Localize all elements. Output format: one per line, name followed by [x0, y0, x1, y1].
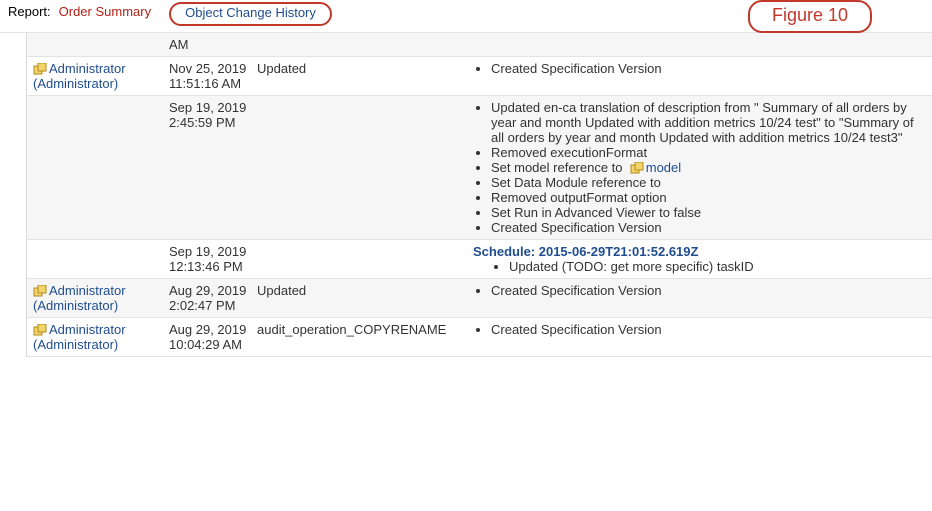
detail-item: Updated en-ca translation of description… — [491, 100, 916, 145]
timestamp: Sep 19, 2019 12:13:46 PM — [169, 244, 257, 274]
detail-item: Created Specification Version — [491, 61, 916, 76]
timestamp: AM — [169, 37, 257, 52]
detail-list: Updated en-ca translation of description… — [473, 100, 916, 235]
operation — [257, 37, 473, 52]
timestamp: Sep 19, 2019 2:45:59 PM — [169, 100, 257, 235]
history-row: Administrator(Administrator) Aug 29, 2019… — [27, 318, 932, 357]
history-rows: AMAdministrator(Administrator)Nov 25, 20… — [27, 33, 932, 357]
detail-list: Created Specification Version — [473, 283, 916, 298]
user-name: Administrator — [49, 61, 126, 76]
detail-item: Set Data Module reference to — [491, 175, 916, 190]
history-row: Sep 19, 2019 12:13:46 PM Schedule: 2015-0… — [27, 240, 932, 279]
history-row: Administrator(Administrator) Aug 29, 2019… — [27, 279, 932, 318]
tab-object-change-history[interactable]: Object Change History — [169, 2, 332, 26]
operation: audit_operation_COPYRENAME — [257, 322, 473, 352]
left-gutter — [0, 33, 27, 357]
user-link[interactable]: Administrator — [33, 322, 126, 337]
timestamp: Aug 29, 2019 10:04:29 AM — [169, 322, 257, 352]
report-icon — [33, 285, 47, 297]
detail-item: Created Specification Version — [491, 322, 916, 337]
user-name: Administrator — [49, 322, 126, 337]
detail-item: Removed outputFormat option — [491, 190, 916, 205]
detail-list: Updated (TODO: get more specific) taskID — [491, 259, 916, 274]
operation: Updated — [257, 61, 473, 91]
timestamp: Aug 29, 2019 2:02:47 PM — [169, 283, 257, 313]
schedule-label: Schedule: 2015-06-29T21:01:52.619Z — [473, 244, 698, 259]
detail-list: Created Specification Version — [473, 61, 916, 76]
user-name: Administrator — [49, 283, 126, 298]
detail-list: Created Specification Version — [473, 322, 916, 337]
user-role: (Administrator) — [33, 298, 118, 313]
user-role: (Administrator) — [33, 337, 118, 352]
user-link[interactable]: Administrator — [33, 283, 126, 298]
detail-item: Set Run in Advanced Viewer to false — [491, 205, 916, 220]
detail-item: Created Specification Version — [491, 283, 916, 298]
detail-item: Updated (TODO: get more specific) taskID — [509, 259, 916, 274]
model-link[interactable]: model — [646, 160, 681, 175]
timestamp: Nov 25, 2019 11:51:16 AM — [169, 61, 257, 91]
history-row: Administrator(Administrator) Nov 25, 2019… — [27, 57, 932, 96]
detail-item: Created Specification Version — [491, 220, 916, 235]
topbar: Report: Order Summary Object Change Hist… — [0, 0, 932, 33]
operation — [257, 100, 473, 235]
report-icon — [33, 324, 47, 336]
user-role: (Administrator) — [33, 76, 118, 91]
history-row: Sep 19, 2019 2:45:59 PM Updated en-ca tr… — [27, 96, 932, 240]
report-icon — [33, 63, 47, 75]
report-icon — [630, 162, 644, 174]
history-row: AM — [27, 33, 932, 57]
report-name-link[interactable]: Order Summary — [59, 2, 151, 19]
user-link[interactable]: Administrator — [33, 61, 126, 76]
detail-item: Set model reference to model — [491, 160, 916, 175]
content-area: AMAdministrator(Administrator)Nov 25, 20… — [0, 33, 932, 357]
operation — [257, 244, 473, 274]
operation: Updated — [257, 283, 473, 313]
detail-item: Removed executionFormat — [491, 145, 916, 160]
report-label: Report: — [8, 2, 51, 19]
figure-label: Figure 10 — [748, 0, 872, 33]
